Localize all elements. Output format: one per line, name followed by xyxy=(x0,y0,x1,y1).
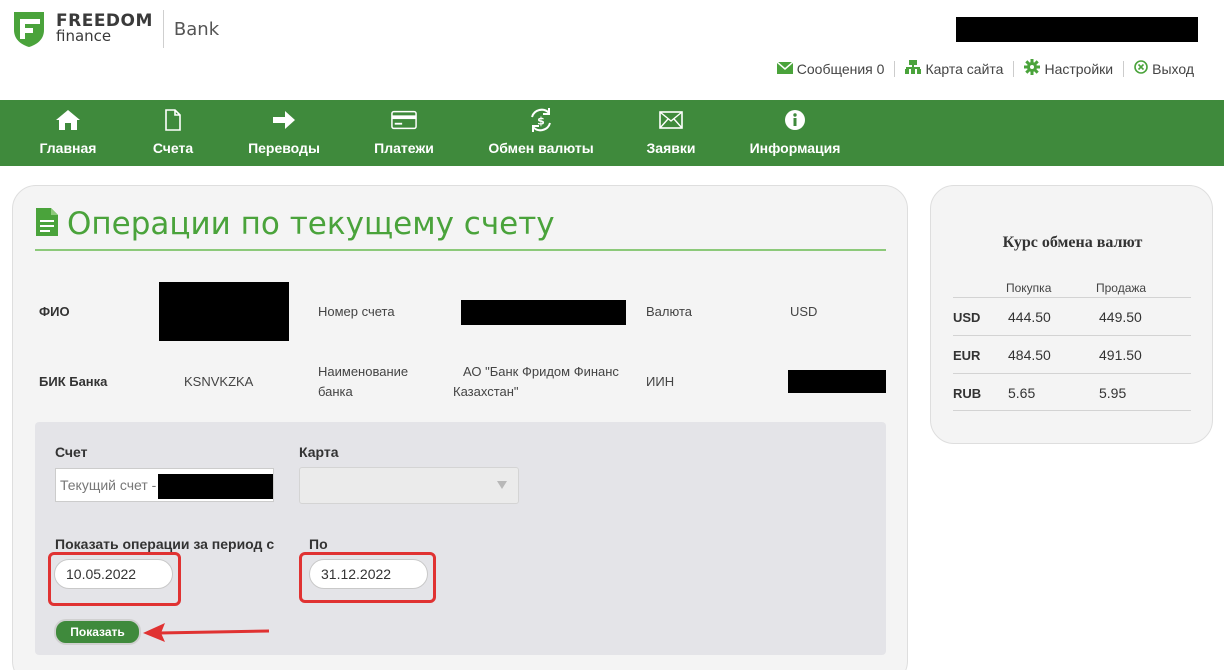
bank-name-label-line2: банка xyxy=(318,384,353,399)
gear-icon xyxy=(1024,59,1041,78)
bik-value: KSNVKZKA xyxy=(184,374,254,389)
account-number-label: Номер счета xyxy=(318,304,395,319)
nav-label: Платежи xyxy=(374,140,434,156)
settings-link[interactable]: Настройки xyxy=(1024,59,1113,78)
redacted-account-number xyxy=(461,300,626,325)
logout-link[interactable]: Выход xyxy=(1134,60,1194,77)
nav-label: Заявки xyxy=(646,140,696,156)
nav-label: Главная xyxy=(39,140,97,156)
nav-label: Переводы xyxy=(248,140,320,156)
redacted-iin xyxy=(788,370,886,393)
brand-subname: finance xyxy=(56,27,112,45)
nav-item-home[interactable]: Главная xyxy=(30,100,106,166)
svg-text:$: $ xyxy=(537,115,545,128)
period-from-label: Показать операции за период с xyxy=(55,536,275,552)
chevron-down-icon xyxy=(496,478,508,496)
rate-buy-value: 484.50 xyxy=(1008,347,1051,363)
sitemap-link[interactable]: Карта сайта xyxy=(905,60,1003,77)
period-from-input[interactable]: 10.05.2022 xyxy=(54,559,173,589)
rate-sell-value: 449.50 xyxy=(1099,309,1142,325)
brand-logo[interactable]: FREEDOM finance Bank xyxy=(12,10,219,48)
envelope-icon xyxy=(776,60,794,77)
period-to-label: По xyxy=(309,536,328,552)
sell-column-header: Продажа xyxy=(1096,281,1147,295)
nav-label: Информация xyxy=(749,140,841,156)
redacted-fio xyxy=(159,282,289,341)
nav-item-accounts[interactable]: Счета xyxy=(145,100,201,166)
nav-item-transfers[interactable]: Переводы xyxy=(244,100,324,166)
card-icon xyxy=(391,108,417,132)
rate-currency-code: RUB xyxy=(953,386,982,401)
filter-form: Счет Текущий счет - Карта Показать опера… xyxy=(35,422,886,655)
document-icon xyxy=(160,108,186,132)
arrow-right-icon xyxy=(271,108,297,132)
exchange-icon: $ xyxy=(528,108,554,132)
rate-row: RUB 5.65 5.95 xyxy=(953,373,1191,411)
bank-name-value-line2: Казахстан" xyxy=(453,384,519,399)
brand-bank: Bank xyxy=(173,18,220,40)
annotation-arrow-icon xyxy=(143,623,270,642)
main-nav: Главная Счета Переводы Платежи $ Обмен в… xyxy=(0,100,1224,166)
top-links: Сообщения 0 Карта сайта Настройки Выход xyxy=(776,59,1194,78)
home-icon xyxy=(55,108,81,132)
rate-currency-code: USD xyxy=(953,310,981,325)
nav-item-information[interactable]: Информация xyxy=(748,100,842,166)
card-field-label: Карта xyxy=(299,444,339,460)
nav-label: Счета xyxy=(152,140,194,156)
account-select-value: Текущий счет - xyxy=(60,477,157,493)
messages-link[interactable]: Сообщения 0 xyxy=(776,60,885,77)
bank-name-label: Наименование xyxy=(318,364,409,379)
rate-row: USD 444.50 449.50 xyxy=(953,297,1191,335)
messages-label: Сообщения 0 xyxy=(796,60,885,77)
redacted-user-name xyxy=(956,17,1198,42)
rate-sell-value: 491.50 xyxy=(1099,347,1142,363)
account-field-label: Счет xyxy=(55,444,88,460)
logout-label: Выход xyxy=(1152,60,1194,77)
bank-name-value: АО "Банк Фридом Финанс xyxy=(463,364,619,379)
nav-item-currency-exchange[interactable]: $ Обмен валюты xyxy=(486,100,596,166)
title-underline xyxy=(35,249,886,251)
link-separator xyxy=(1013,60,1015,77)
freedom-logo-icon xyxy=(12,10,46,48)
nav-item-payments[interactable]: Платежи xyxy=(368,100,440,166)
header: FREEDOM finance Bank Сообщения 0 Карта с… xyxy=(0,0,1224,100)
buy-column-header: Покупка xyxy=(1006,281,1052,295)
settings-label: Настройки xyxy=(1044,60,1114,77)
sitemap-label: Карта сайта xyxy=(925,60,1004,77)
nav-label: Обмен валюты xyxy=(488,140,594,156)
envelope-icon xyxy=(658,108,684,132)
sitemap-icon xyxy=(905,60,922,77)
redacted-account-suffix xyxy=(158,474,273,499)
page-title: Операции по текущему счету xyxy=(67,206,555,242)
logo-divider xyxy=(162,10,164,48)
rate-row: EUR 484.50 491.50 xyxy=(953,335,1191,373)
document-icon xyxy=(35,207,59,242)
rate-currency-code: EUR xyxy=(953,348,981,363)
rate-sell-value: 5.95 xyxy=(1099,385,1127,401)
rate-buy-value: 5.65 xyxy=(1008,385,1036,401)
currency-value: USD xyxy=(790,304,818,319)
currency-label: Валюта xyxy=(646,304,692,319)
account-operations-panel: Операции по текущему счету ФИО Номер сче… xyxy=(12,185,908,670)
card-select[interactable] xyxy=(299,467,519,504)
nav-item-requests[interactable]: Заявки xyxy=(640,100,702,166)
iin-label: ИИН xyxy=(646,374,675,389)
logout-icon xyxy=(1134,60,1148,77)
fio-label: ФИО xyxy=(39,304,70,319)
exchange-rates-panel: Курс обмена валют Покупка Продажа USD 44… xyxy=(930,185,1213,444)
link-separator xyxy=(1123,60,1125,77)
period-from-value: 10.05.2022 xyxy=(66,566,137,582)
period-to-value: 31.12.2022 xyxy=(321,566,392,582)
show-button[interactable]: Показать xyxy=(54,619,141,645)
link-separator xyxy=(894,60,896,77)
rate-buy-value: 444.50 xyxy=(1008,309,1051,325)
period-to-input[interactable]: 31.12.2022 xyxy=(309,559,428,589)
info-icon xyxy=(782,108,808,132)
bik-label: БИК Банка xyxy=(39,374,108,389)
rates-title: Курс обмена валют xyxy=(1002,234,1143,251)
